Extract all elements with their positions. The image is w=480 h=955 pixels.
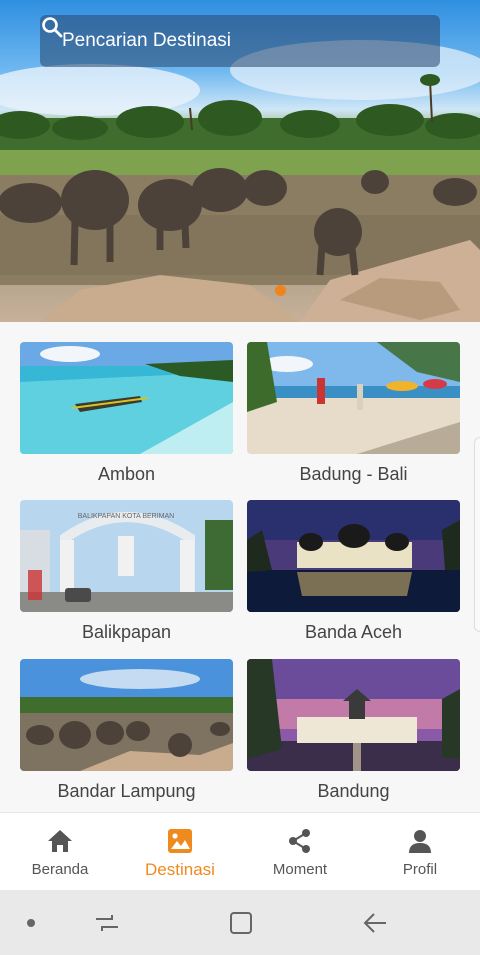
nav-item-profil[interactable]: Profil [360, 813, 480, 890]
destination-thumbnail [20, 659, 233, 771]
beach-boat-image [20, 342, 233, 454]
elephants-image [20, 659, 233, 771]
destination-thumbnail: BALIKPAPAN KOTA BERIMAN [20, 500, 233, 612]
nav-item-beranda[interactable]: Beranda [0, 813, 120, 890]
home-icon [48, 830, 72, 852]
scroll-edge-handle[interactable] [474, 437, 480, 632]
destination-thumbnail [20, 342, 233, 454]
mosque-night-image [247, 500, 460, 612]
image-icon [168, 829, 192, 853]
search-bar[interactable]: Pencarian Destinasi [40, 15, 440, 67]
nav-label: Destinasi [145, 860, 215, 879]
share-icon [289, 829, 310, 853]
system-navigation-bar [0, 890, 480, 955]
destination-card-bandung[interactable]: Bandung [247, 659, 460, 805]
destination-thumbnail [247, 342, 460, 454]
nav-item-moment[interactable]: Moment [240, 813, 360, 890]
person-icon [409, 830, 431, 853]
home-square-icon[interactable] [228, 910, 254, 936]
search-placeholder: Pencarian Destinasi [62, 30, 231, 51]
gate-sign-text: BALIKPAPAN KOTA BERIMAN [78, 513, 174, 520]
destination-name: Badung - Bali [299, 464, 408, 484]
destination-card-banda-aceh[interactable]: Banda Aceh [247, 500, 460, 646]
destination-name: Balikpapan [81, 622, 172, 642]
nav-label: Moment [272, 861, 328, 878]
destination-thumbnail [247, 659, 460, 771]
mosque-dusk-image [247, 659, 460, 771]
search-icon [42, 17, 63, 38]
bottom-navigation: Beranda Destinasi Moment Profil [0, 812, 480, 890]
destination-name: Bandar Lampung [57, 781, 196, 801]
carousel-indicator[interactable] [275, 285, 286, 296]
destination-card-badung-bali[interactable]: Badung - Bali [247, 342, 460, 488]
hero-banner[interactable]: Pencarian Destinasi [0, 0, 480, 322]
destination-card-ambon[interactable]: Ambon [20, 342, 233, 488]
beach-umbrellas-image [247, 342, 460, 454]
destination-name: Banda Aceh [304, 622, 403, 642]
nav-item-destinasi[interactable]: Destinasi [120, 813, 240, 890]
destination-name: Bandung [317, 781, 390, 801]
city-gate-image: BALIKPAPAN KOTA BERIMAN [20, 500, 233, 612]
recents-icon[interactable] [94, 911, 120, 935]
back-icon[interactable] [362, 911, 388, 935]
destination-name: Ambon [97, 464, 156, 484]
dot-icon[interactable] [25, 917, 37, 929]
destination-screen: Pencarian Destinasi Ambon Badung - Bali … [0, 0, 480, 955]
nav-label: Beranda [31, 861, 89, 878]
destination-thumbnail [247, 500, 460, 612]
nav-label: Profil [402, 861, 438, 878]
destination-card-bandar-lampung[interactable]: Bandar Lampung [20, 659, 233, 805]
destination-card-balikpapan[interactable]: BALIKPAPAN KOTA BERIMAN Balikpapan [20, 500, 233, 646]
